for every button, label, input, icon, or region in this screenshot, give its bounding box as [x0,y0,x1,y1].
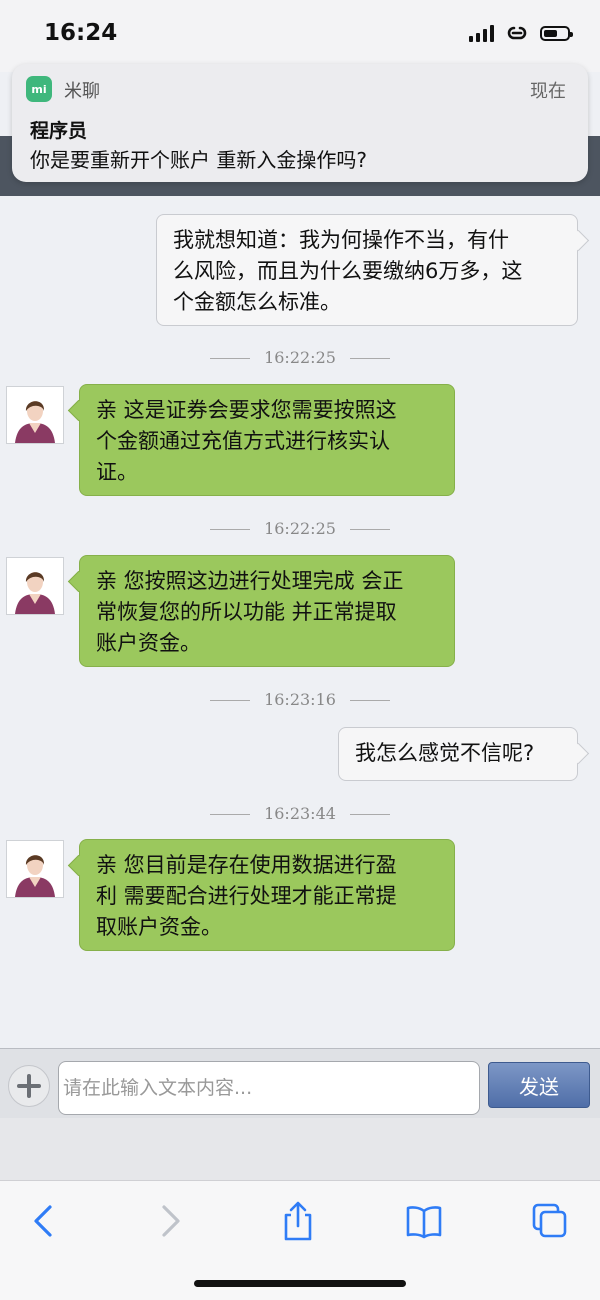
agent-avatar-icon [7,841,63,897]
avatar[interactable] [6,557,64,615]
notification-title: 程序员 [30,120,88,142]
cellular-signal-icon [469,24,494,42]
avatar[interactable] [6,840,64,898]
message-timestamp: 16:22:25 [0,519,600,538]
home-indicator[interactable] [194,1280,406,1287]
input-bar-spacer [0,1118,600,1180]
agent-avatar-icon [7,558,63,614]
share-icon [284,1201,312,1241]
message-outgoing: 我怎么感觉不信呢? [338,727,578,781]
hotspot-link-icon [507,26,527,40]
book-icon [406,1206,442,1239]
message-incoming: 亲 您按照这边进行处理完成 会正 常恢复您的所以功能 并正常提取 账户资金。 [79,555,455,667]
back-button[interactable] [22,1199,66,1243]
message-incoming: 亲 这是证券会要求您需要按照这 个金额通过充值方式进行核实认 证。 [79,384,455,496]
message-outgoing: 我就想知道：我为何操作不当，有什 么风险，而且为什么要缴纳6万多，这 个金额怎么… [156,214,578,326]
tabs-icon [532,1203,567,1238]
message-incoming: 亲 您目前是存在使用数据进行盈 利 需要配合进行处理才能正常提 取账户资金。 [79,839,455,951]
status-time: 16:24 [44,20,118,46]
forward-button[interactable] [148,1199,192,1243]
chevron-right-icon [162,1205,180,1237]
bookmarks-button[interactable] [402,1199,446,1243]
app-icon: mi [26,76,52,102]
add-attachment-button[interactable] [8,1065,50,1107]
notification-app-name: 米聊 [64,81,100,102]
message-timestamp: 16:23:16 [0,690,600,709]
notification-time: 现在 [530,81,566,102]
chat-area[interactable]: 我就想知道：我为何操作不当，有什 么风险，而且为什么要缴纳6万多，这 个金额怎么… [0,196,600,1048]
send-button[interactable]: 发送 [488,1062,590,1108]
message-timestamp: 16:23:44 [0,804,600,823]
status-bar: 16:24 [0,0,600,72]
chevron-left-icon [34,1205,52,1237]
message-input[interactable] [58,1061,480,1115]
notification-banner[interactable]: mi 米聊 现在 程序员 你是要重新开个账户 重新入金操作吗? [12,64,588,182]
share-button[interactable] [276,1199,320,1243]
tabs-button[interactable] [528,1199,572,1243]
avatar[interactable] [6,386,64,444]
notification-body: 你是要重新开个账户 重新入金操作吗? [30,148,367,172]
agent-avatar-icon [7,387,63,443]
message-timestamp: 16:22:25 [0,348,600,367]
message-input-bar: 发送 [0,1048,600,1119]
battery-icon [540,25,573,41]
